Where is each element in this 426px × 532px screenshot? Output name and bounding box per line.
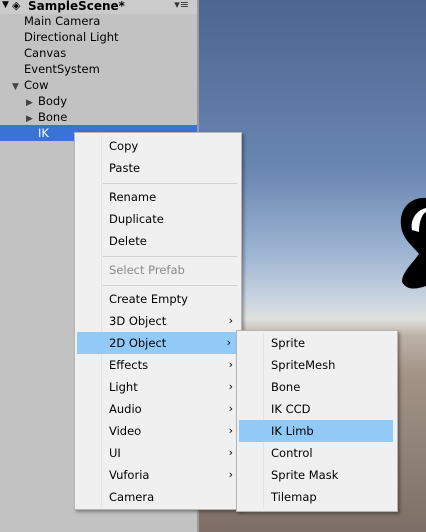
menu-item-2d-object[interactable]: 2D Object › [77, 332, 239, 354]
menu-item-video[interactable]: Video › [75, 420, 241, 442]
submenu-item-ik-ccd[interactable]: IK CCD [237, 398, 397, 420]
triangle-down-icon[interactable]: ▼ [2, 0, 9, 10]
submenu-item-spritemesh[interactable]: SpriteMesh [237, 354, 397, 376]
menu-item-vuforia[interactable]: Vuforia › [75, 464, 241, 486]
triangle-down-icon[interactable]: ▼ [12, 79, 24, 95]
submenu-2d-object: Sprite SpriteMesh Bone IK CCD IK Limb Co… [236, 330, 398, 512]
menu-item-duplicate[interactable]: Duplicate [75, 208, 241, 230]
submenu-item-sprite-mask[interactable]: Sprite Mask [237, 464, 397, 486]
chevron-right-icon: › [228, 468, 233, 481]
menu-item-rename[interactable]: Rename [75, 186, 241, 208]
menu-item-ui[interactable]: UI › [75, 442, 241, 464]
menu-item-paste[interactable]: Paste [75, 157, 241, 179]
hierarchy-item-bone[interactable]: ▶ Bone [26, 109, 67, 125]
submenu-item-tilemap[interactable]: Tilemap [237, 486, 397, 508]
sprite-shape [400, 197, 426, 289]
hierarchy-item-cow[interactable]: ▼ Cow [12, 77, 48, 93]
chevron-right-icon: › [226, 336, 231, 349]
menu-item-delete[interactable]: Delete [75, 230, 241, 252]
menu-item-3d-object[interactable]: 3D Object › [75, 310, 241, 332]
menu-item-camera[interactable]: Camera [75, 486, 241, 508]
menu-item-effects[interactable]: Effects › [75, 354, 241, 376]
menu-item-create-empty[interactable]: Create Empty [75, 288, 241, 310]
hierarchy-item-canvas[interactable]: Canvas [24, 45, 66, 61]
menu-separator [103, 256, 237, 257]
chevron-right-icon: › [228, 402, 233, 415]
submenu-item-ik-limb[interactable]: IK Limb [239, 420, 393, 442]
chevron-right-icon: › [228, 446, 233, 459]
submenu-item-control[interactable]: Control [237, 442, 397, 464]
unity-icon: ◈ [12, 0, 21, 12]
menu-item-light[interactable]: Light › [75, 376, 241, 398]
menu-item-audio[interactable]: Audio › [75, 398, 241, 420]
chevron-right-icon: › [228, 358, 233, 371]
chevron-right-icon: › [228, 424, 233, 437]
submenu-item-bone[interactable]: Bone [237, 376, 397, 398]
menu-item-copy[interactable]: Copy [75, 135, 241, 157]
menu-separator [103, 285, 237, 286]
chevron-right-icon: › [228, 380, 233, 393]
menu-item-select-prefab: Select Prefab [109, 263, 185, 277]
chevron-right-icon: › [228, 314, 233, 327]
panel-menu-icon[interactable]: ▾≡ [174, 0, 189, 11]
scene-title: SampleScene* [28, 0, 125, 13]
scene-header[interactable]: ▼ ◈ SampleScene* ▾≡ [0, 0, 197, 14]
menu-separator [103, 183, 237, 184]
hierarchy-item-main-camera[interactable]: Main Camera [24, 13, 100, 29]
hierarchy-item-body[interactable]: ▶ Body [26, 93, 67, 109]
hierarchy-item-directional-light[interactable]: Directional Light [24, 29, 119, 45]
submenu-item-sprite[interactable]: Sprite [237, 332, 397, 354]
context-menu: Copy Paste Rename Duplicate Delete Selec… [74, 132, 242, 510]
hierarchy-item-eventsystem[interactable]: EventSystem [24, 61, 100, 77]
